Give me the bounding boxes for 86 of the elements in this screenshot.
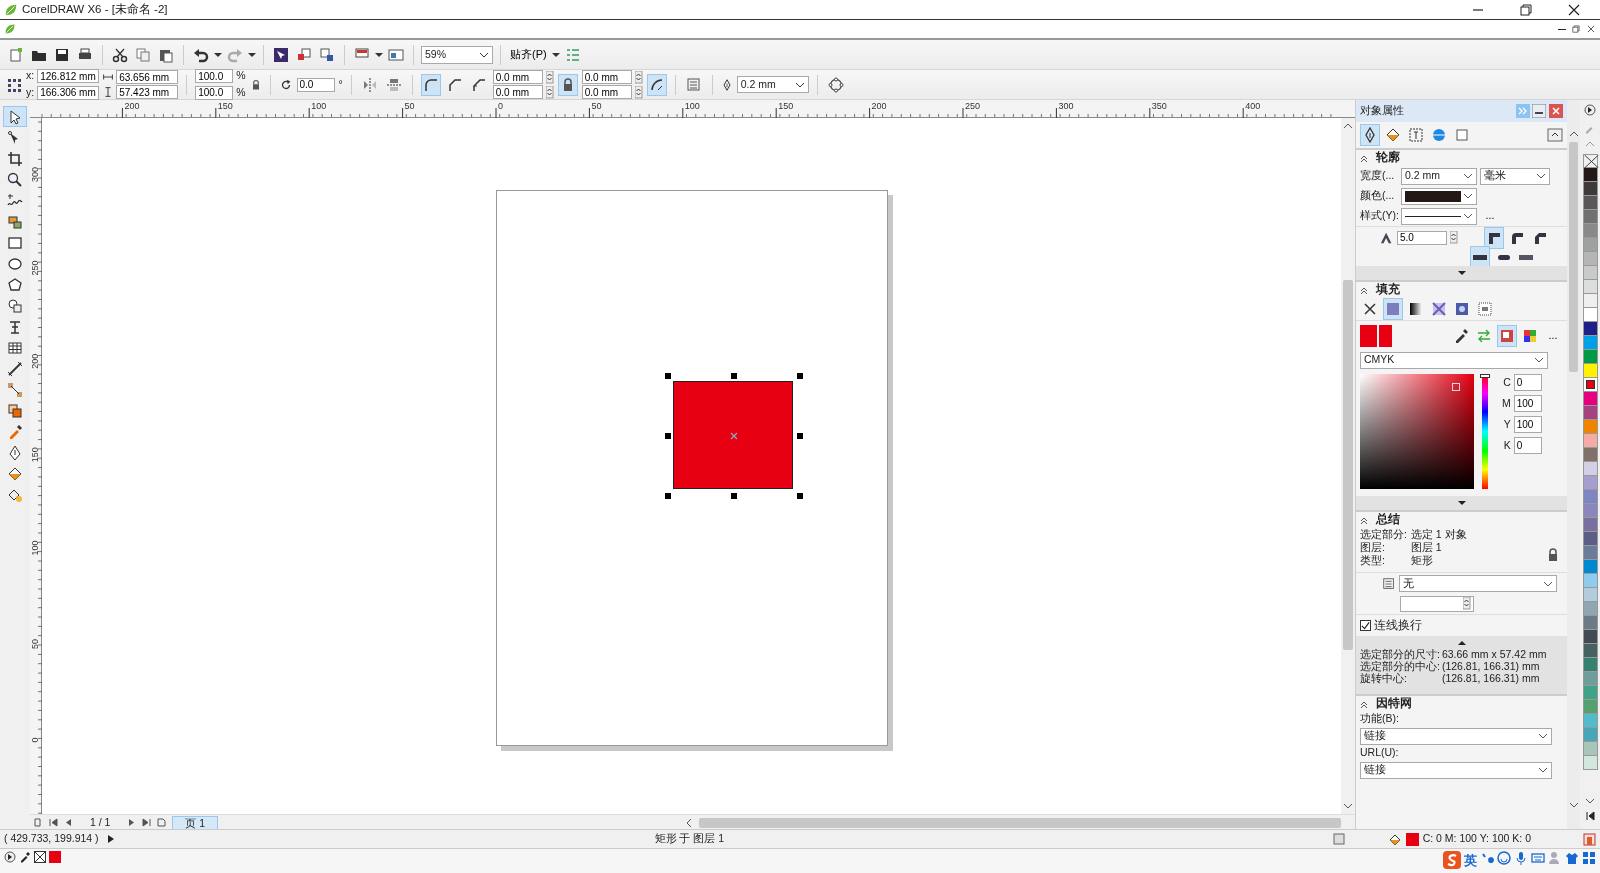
summary-label: 选定部分: [1360, 528, 1407, 541]
checkbox-label: 连线换行 [1374, 617, 1422, 633]
unit-dropdown[interactable]: 毫米 [1480, 167, 1550, 185]
snap-button[interactable]: 贴齐(P) [508, 43, 549, 66]
ruler-label: 200 [30, 353, 40, 369]
corner-radius-field[interactable]: 0.0 mm [581, 85, 632, 99]
summary-label: 图层: [1360, 541, 1386, 554]
selection-info: 矩形 于 图层 1 [654, 831, 725, 847]
field-label: 功能(B): [1360, 711, 1399, 727]
page-tab[interactable]: 页 1 [172, 815, 219, 830]
wrap-text-dropdown[interactable]: 无 [1399, 575, 1557, 592]
x-label: x: [26, 68, 35, 84]
ruler-label: 0 [30, 737, 40, 743]
docker-title: 对象属性 [1360, 103, 1404, 119]
channel-label: C [1503, 374, 1511, 390]
section-title: 总结 [1376, 512, 1400, 528]
fill-color-info: C: 0 M: 100 Y: 100 K: 0 [1422, 831, 1531, 847]
info-value: 63.66 mm x 57.42 mm [1441, 648, 1547, 660]
ruler-label: 250 [30, 260, 40, 276]
ruler-label: 150 [778, 101, 794, 111]
x-position-field[interactable]: 126.812 mm [37, 69, 100, 84]
ruler-label: 50 [591, 101, 602, 111]
corner-radius-field[interactable]: 0.0 mm [492, 70, 543, 84]
ruler-label: 300 [1058, 101, 1074, 111]
ruler-label: 200 [871, 101, 887, 111]
info-label: 选定部分的尺寸: [1360, 648, 1440, 660]
field-label: 样式(Y): [1360, 208, 1398, 224]
field-label: URL(U): [1360, 745, 1399, 761]
outline-width-dropdown[interactable]: 0.2 mm [1401, 167, 1477, 185]
corner-radius-field[interactable]: 0.0 mm [492, 85, 543, 99]
ruler-label: 400 [1245, 101, 1261, 111]
ruler-label: 50 [404, 101, 415, 111]
percent-sign: % [236, 68, 246, 84]
ruler-label: 100 [30, 540, 40, 556]
ruler-label: 0 [498, 101, 503, 111]
behavior-dropdown[interactable]: 链接 [1360, 727, 1552, 745]
summary-label: 类型: [1360, 554, 1386, 567]
cursor-coordinates: ( 429.733, 199.914 ) [4, 831, 99, 847]
width-field[interactable]: 63.656 mm [116, 70, 179, 84]
ruler-label: 200 [124, 101, 140, 111]
info-label: 旋转中心: [1360, 672, 1408, 684]
ruler-label: 150 [217, 101, 233, 111]
degree-sign: ° [338, 76, 343, 92]
more-button[interactable]: ... [1480, 205, 1500, 227]
ruler-label: 350 [1151, 101, 1167, 111]
miter-limit-field[interactable]: 5.0 [1397, 230, 1447, 245]
summary-value: 图层 1 [1410, 541, 1443, 554]
channel-label: Y [1503, 416, 1511, 432]
ruler-label: 100 [684, 101, 700, 111]
field-label: 宽度(... [1360, 168, 1396, 184]
percent-sign: % [236, 85, 246, 100]
corner-radius-field[interactable]: 0.0 mm [581, 70, 632, 84]
rotation-field[interactable]: 0.0 [296, 77, 335, 92]
summary-value: 选定 1 对象 [1410, 528, 1467, 541]
summary-value: 矩形 [1410, 554, 1434, 567]
channel-value-field[interactable]: 0 [1513, 374, 1542, 391]
outline-width-dropdown[interactable]: 0.2 mm [736, 76, 809, 93]
section-title: 轮廓 [1376, 150, 1400, 166]
page-counter: 1 / 1 [89, 815, 112, 830]
info-value: (126.81, 166.31) mm [1441, 660, 1541, 672]
ruler-label: 150 [30, 447, 40, 463]
section-title: 填充 [1376, 281, 1400, 298]
channel-label: M [1502, 395, 1511, 411]
url-dropdown[interactable]: 链接 [1360, 761, 1552, 779]
channel-value-field[interactable]: 100 [1513, 395, 1542, 412]
color-model-dropdown[interactable]: CMYK [1360, 351, 1548, 369]
channel-label: K [1503, 437, 1511, 453]
zoom-dropdown[interactable]: 59% [421, 45, 493, 64]
scale-y-field[interactable]: 100.0 [195, 85, 234, 100]
info-label: 选定部分的中心: [1360, 660, 1440, 672]
y-label: y: [26, 85, 35, 100]
height-field[interactable]: 57.423 mm [116, 85, 179, 99]
channel-value-field[interactable]: 0 [1513, 437, 1542, 454]
ruler-label: 50 [30, 639, 40, 649]
ruler-label: 100 [311, 101, 327, 111]
channel-value-field[interactable]: 100 [1513, 416, 1542, 433]
ruler-label: 300 [30, 166, 40, 182]
more-button[interactable]: ... [1543, 324, 1563, 347]
scale-x-field[interactable]: 100.0 [195, 69, 234, 84]
ruler-label: 250 [965, 101, 981, 111]
section-title: 因特网 [1376, 696, 1412, 712]
y-position-field[interactable]: 166.306 mm [37, 85, 100, 100]
field-label: 颜色(... [1360, 188, 1396, 204]
input-language[interactable]: 英 [1464, 851, 1477, 871]
info-value: (126.81, 166.31) mm [1441, 672, 1541, 684]
window-title: CorelDRAW X6 - [未命名 -2] [22, 1, 169, 17]
